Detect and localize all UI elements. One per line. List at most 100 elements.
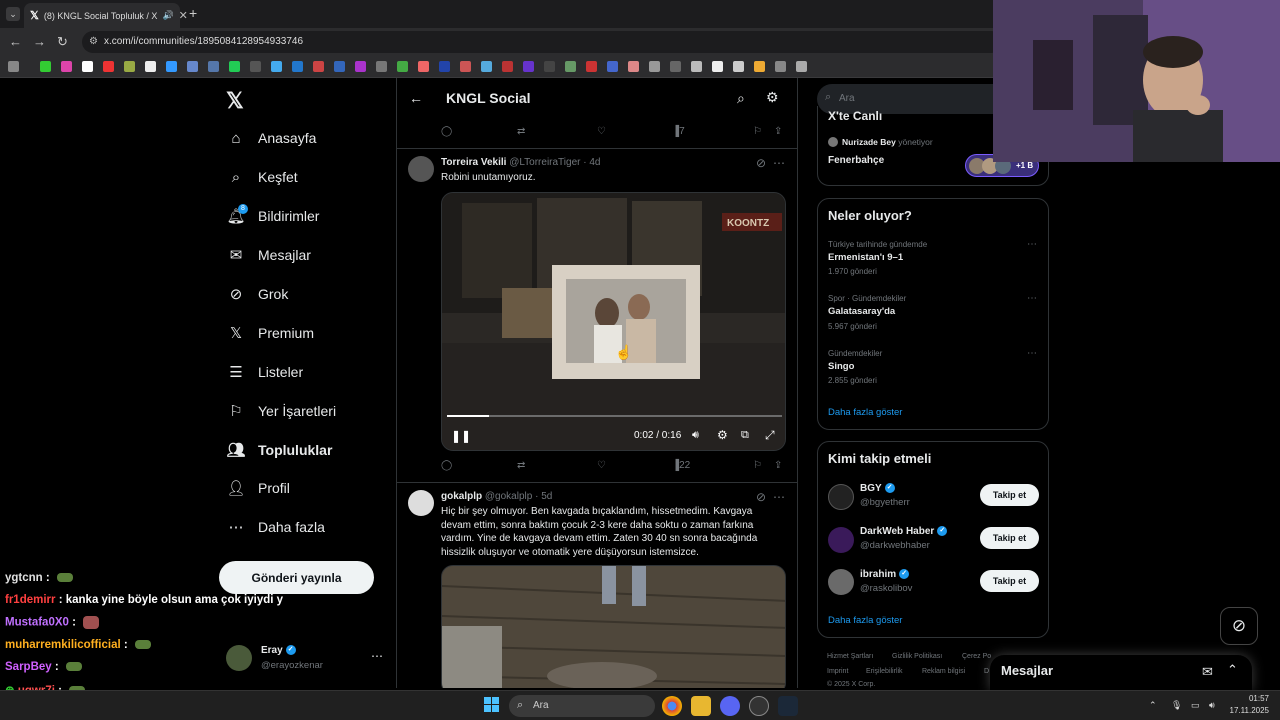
nav-item-premium[interactable]: 𝕏 Premium [226, 321, 314, 345]
taskbar-search[interactable]: ⌕ Ara [509, 695, 655, 717]
nav-item-bookmarks[interactable]: ⚐ Yer İşaretleri [226, 399, 336, 423]
follow-suggestion-name[interactable]: BGY ✓ [860, 483, 895, 494]
avatar[interactable] [828, 569, 854, 595]
nav-item-explore[interactable]: ⌕ Keşfet [226, 165, 298, 189]
nav-item-communities[interactable]: 👥︎ Topluluklar [226, 438, 332, 462]
bookmark-favicon[interactable] [670, 61, 681, 72]
bookmark-favicon[interactable] [481, 61, 492, 72]
search-icon[interactable]: ⌕ [737, 90, 745, 107]
account-switcher[interactable]: Eray ✓ @erayozkenar ⋯ [226, 643, 386, 673]
bookmark-icon[interactable]: ⚐ [753, 126, 762, 137]
video-settings-icon[interactable]: ⚙ [717, 428, 728, 442]
messages-drawer[interactable]: Mesajlar ✉ ⌃ [990, 655, 1252, 690]
bookmark-favicon[interactable] [418, 61, 429, 72]
author-handle[interactable]: @gokalplp [485, 491, 532, 502]
grok-icon[interactable]: ⊘ [756, 490, 766, 504]
nav-item-notifications[interactable]: 🔔︎ 8 Bildirimler [226, 204, 319, 228]
footer-link[interactable]: Reklam bilgisi [922, 668, 965, 675]
bookmark-favicon[interactable] [733, 61, 744, 72]
nav-item-lists[interactable]: ☰ Listeler [226, 360, 303, 384]
bookmark-favicon[interactable] [61, 61, 72, 72]
like-icon[interactable]: ♡ [597, 460, 606, 471]
bookmark-favicon[interactable] [82, 61, 93, 72]
nav-item-home[interactable]: ⌂ Anasayfa [226, 126, 316, 150]
nav-item-messages[interactable]: ✉ Mesajlar [226, 243, 311, 267]
nav-item-profile[interactable]: 👤︎ Profil [226, 476, 289, 500]
bookmark-favicon[interactable] [271, 61, 282, 72]
discord-icon[interactable] [720, 696, 740, 716]
network-icon[interactable]: ▭ [1191, 700, 1200, 711]
share-icon[interactable]: ⇪ [774, 460, 782, 471]
start-icon[interactable] [484, 697, 500, 713]
more-icon[interactable]: ⋯ [371, 649, 383, 663]
site-info-icon[interactable]: ⚙ [89, 36, 98, 47]
more-icon[interactable]: ⋯ [1027, 348, 1038, 359]
avatar[interactable] [828, 484, 854, 510]
reload-icon[interactable]: ↻ [57, 34, 68, 50]
bookmark-favicon[interactable] [250, 61, 261, 72]
more-icon[interactable]: ⋯ [1027, 239, 1038, 250]
author-name[interactable]: gokalplp [441, 491, 482, 502]
bookmark-favicon[interactable] [712, 61, 723, 72]
forward-icon[interactable]: → [33, 34, 46, 49]
video-progress-track[interactable] [447, 415, 782, 417]
views-count[interactable]: ▐ 22 [672, 460, 690, 471]
grok-floating-button[interactable]: ⊘ [1220, 607, 1258, 645]
tweet-time[interactable]: · 4d [583, 157, 600, 168]
trend-name[interactable]: Galatasaray'da [828, 306, 895, 317]
more-icon[interactable]: ⋯ [1027, 293, 1038, 304]
volume-icon[interactable]: 🔊︎ [692, 429, 699, 442]
video-player[interactable]: KOONTZ ❚❚ 0:02 / 0:16 🔊︎ ⚙ ⧉ ⤢ [441, 192, 786, 451]
like-icon[interactable]: ♡ [597, 126, 606, 137]
bookmark-favicon[interactable] [166, 61, 177, 72]
more-icon[interactable]: ⋯ [773, 156, 785, 170]
bookmark-favicon[interactable] [691, 61, 702, 72]
new-tab-button[interactable]: + [189, 5, 197, 21]
retweet-icon[interactable]: ⇄ [517, 126, 525, 137]
bookmark-favicon[interactable] [796, 61, 807, 72]
bookmark-favicon[interactable] [523, 61, 534, 72]
bookmark-favicon[interactable] [754, 61, 765, 72]
bookmark-favicon[interactable] [502, 61, 513, 72]
bookmark-favicon[interactable] [376, 61, 387, 72]
footer-link[interactable]: Çerez Po [962, 653, 991, 660]
clock-date[interactable]: 17.11.2025 [1229, 706, 1269, 715]
author-handle[interactable]: @LTorreiraTiger [509, 157, 580, 168]
author-name[interactable]: Torreira Vekili [441, 157, 506, 168]
avatar[interactable] [408, 156, 434, 182]
tab-search-button[interactable]: ⌄ [6, 7, 20, 21]
new-message-icon[interactable]: ✉ [1202, 664, 1213, 680]
bookmark-favicon[interactable] [355, 61, 366, 72]
more-icon[interactable]: ⋯ [773, 490, 785, 504]
post-button[interactable]: Gönderi yayınla [219, 561, 374, 594]
retweet-icon[interactable]: ⇄ [517, 460, 525, 471]
avatar[interactable] [828, 527, 854, 553]
reply-icon[interactable]: ◯ [441, 126, 452, 137]
bookmark-favicon[interactable] [607, 61, 618, 72]
footer-link[interactable]: Imprint [827, 668, 848, 675]
bookmark-favicon[interactable] [40, 61, 51, 72]
bookmark-favicon[interactable] [124, 61, 135, 72]
app-icon[interactable] [749, 696, 769, 716]
trend-name[interactable]: Singo [828, 361, 854, 372]
back-arrow-icon[interactable]: ← [409, 90, 423, 106]
fullscreen-icon[interactable]: ⤢ [765, 428, 775, 443]
bookmark-favicon[interactable] [775, 61, 786, 72]
bookmark-favicon[interactable] [586, 61, 597, 72]
bookmark-favicon[interactable] [460, 61, 471, 72]
tray-chevron-icon[interactable]: ⌃ [1149, 700, 1157, 711]
nav-item-more[interactable]: ⋯ Daha fazla [226, 515, 325, 539]
bookmark-favicon[interactable] [292, 61, 303, 72]
bookmark-favicon[interactable] [103, 61, 114, 72]
picture-in-picture-icon[interactable]: ⧉ [741, 429, 749, 442]
bookmark-favicon[interactable] [439, 61, 450, 72]
trend-name[interactable]: Ermenistan'ı 9–1 [828, 252, 903, 263]
bookmark-favicon[interactable] [397, 61, 408, 72]
bookmark-favicon[interactable] [229, 61, 240, 72]
follow-button[interactable]: Takip et [980, 484, 1039, 506]
bookmark-favicon[interactable] [187, 61, 198, 72]
reply-icon[interactable]: ◯ [441, 460, 452, 471]
nav-item-grok[interactable]: ⊘ Grok [226, 282, 289, 306]
microphone-icon[interactable]: 🎙︎ [1171, 700, 1182, 711]
file-explorer-icon[interactable] [691, 696, 711, 716]
